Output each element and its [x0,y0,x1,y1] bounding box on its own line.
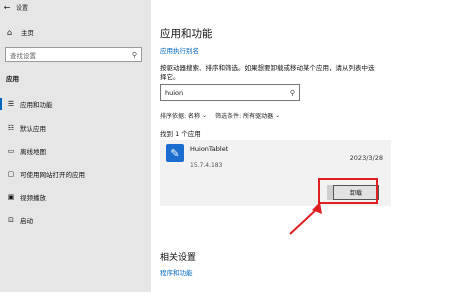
window-title: 设置 [16,4,29,12]
sidebar-item-default-apps[interactable]: ☷ 默认应用 [0,119,151,137]
chevron-down-icon: ⌄ [202,112,208,119]
offline-maps-icon: ▭ [7,147,15,155]
result-count: 找到 1 个应用 [160,130,201,138]
sidebar-item-label: 启动 [20,217,33,225]
sidebar-item-label: 默认应用 [20,125,46,133]
app-search-input[interactable]: huion ⚲ [160,84,300,101]
title-bar: ← 设置 [0,0,151,14]
sidebar: ← 设置 ⌂ 主页 查找设置 ⚲ 应用 ☰ 应用和功能 ☷ 默认应用 ▭ 离线地… [0,0,151,292]
programs-features-link[interactable]: 程序和功能 [160,267,193,277]
settings-search-placeholder: 查找设置 [10,51,36,60]
sort-dropdown[interactable]: 名称 [188,111,200,120]
filter-label: 筛选条件: [215,113,242,120]
search-icon: ⚲ [289,88,295,97]
sidebar-item-apps-features[interactable]: ☰ 应用和功能 [0,95,151,113]
startup-icon: ⊡ [8,216,14,224]
home-icon: ⌂ [7,27,13,37]
sort-filter-row: 排序依据: 名称 ⌄ 筛选条件: 所有驱动器 ⌄ [160,111,288,120]
chevron-down-icon: ⌄ [275,112,281,119]
apps-list-icon: ☰ [7,100,15,108]
sidebar-item-label: 离线地图 [20,148,46,156]
related-settings-heading: 相关设置 [160,253,197,263]
search-icon: ⚲ [131,50,137,59]
filter-dropdown[interactable]: 所有驱动器 [243,111,273,120]
page-title: 应用和功能 [160,28,213,40]
app-name: HuionTablet [190,145,229,153]
sidebar-section-label: 应用 [6,75,19,83]
app-search-value: huion [165,88,184,97]
apps-for-websites-icon: ▢ [7,170,15,178]
description-text: 按驱动器搜索、排序和筛选。如果想要卸载或移动某个应用，请从列表中选择它。 [160,64,375,81]
sidebar-item-label: 应用和功能 [20,101,53,109]
annotation-arrow-icon [289,202,322,235]
sort-label: 排序依据: [160,113,187,120]
app-version: 15.7.4.183 [190,162,223,169]
home-nav-item[interactable]: ⌂ 主页 [7,27,34,38]
back-arrow-icon[interactable]: ← [0,3,14,12]
main-panel: 应用和功能 应用执行别名 按驱动器搜索、排序和筛选。如果想要卸载或移动某个应用，… [151,0,474,292]
sidebar-item-label: 可使用网站打开的应用 [20,171,85,179]
app-install-date: 2023/3/28 [349,154,383,162]
uninstall-highlight-box [318,178,378,204]
sidebar-item-label: 视频播放 [20,194,46,202]
huion-app-icon: ✎ [166,144,184,162]
sidebar-item-apps-for-websites[interactable]: ▢ 可使用网站打开的应用 [0,165,151,183]
settings-search-input[interactable]: 查找设置 ⚲ [5,47,142,62]
sidebar-item-startup[interactable]: ⊡ 启动 [0,211,151,229]
default-apps-icon: ☷ [7,124,15,132]
sidebar-item-offline-maps[interactable]: ▭ 离线地图 [0,142,151,160]
home-label: 主页 [21,29,34,37]
app-execution-alias-link[interactable]: 应用执行别名 [160,45,199,55]
video-playback-icon: ▣ [7,193,15,201]
sidebar-item-video-playback[interactable]: ▣ 视频播放 [0,188,151,206]
